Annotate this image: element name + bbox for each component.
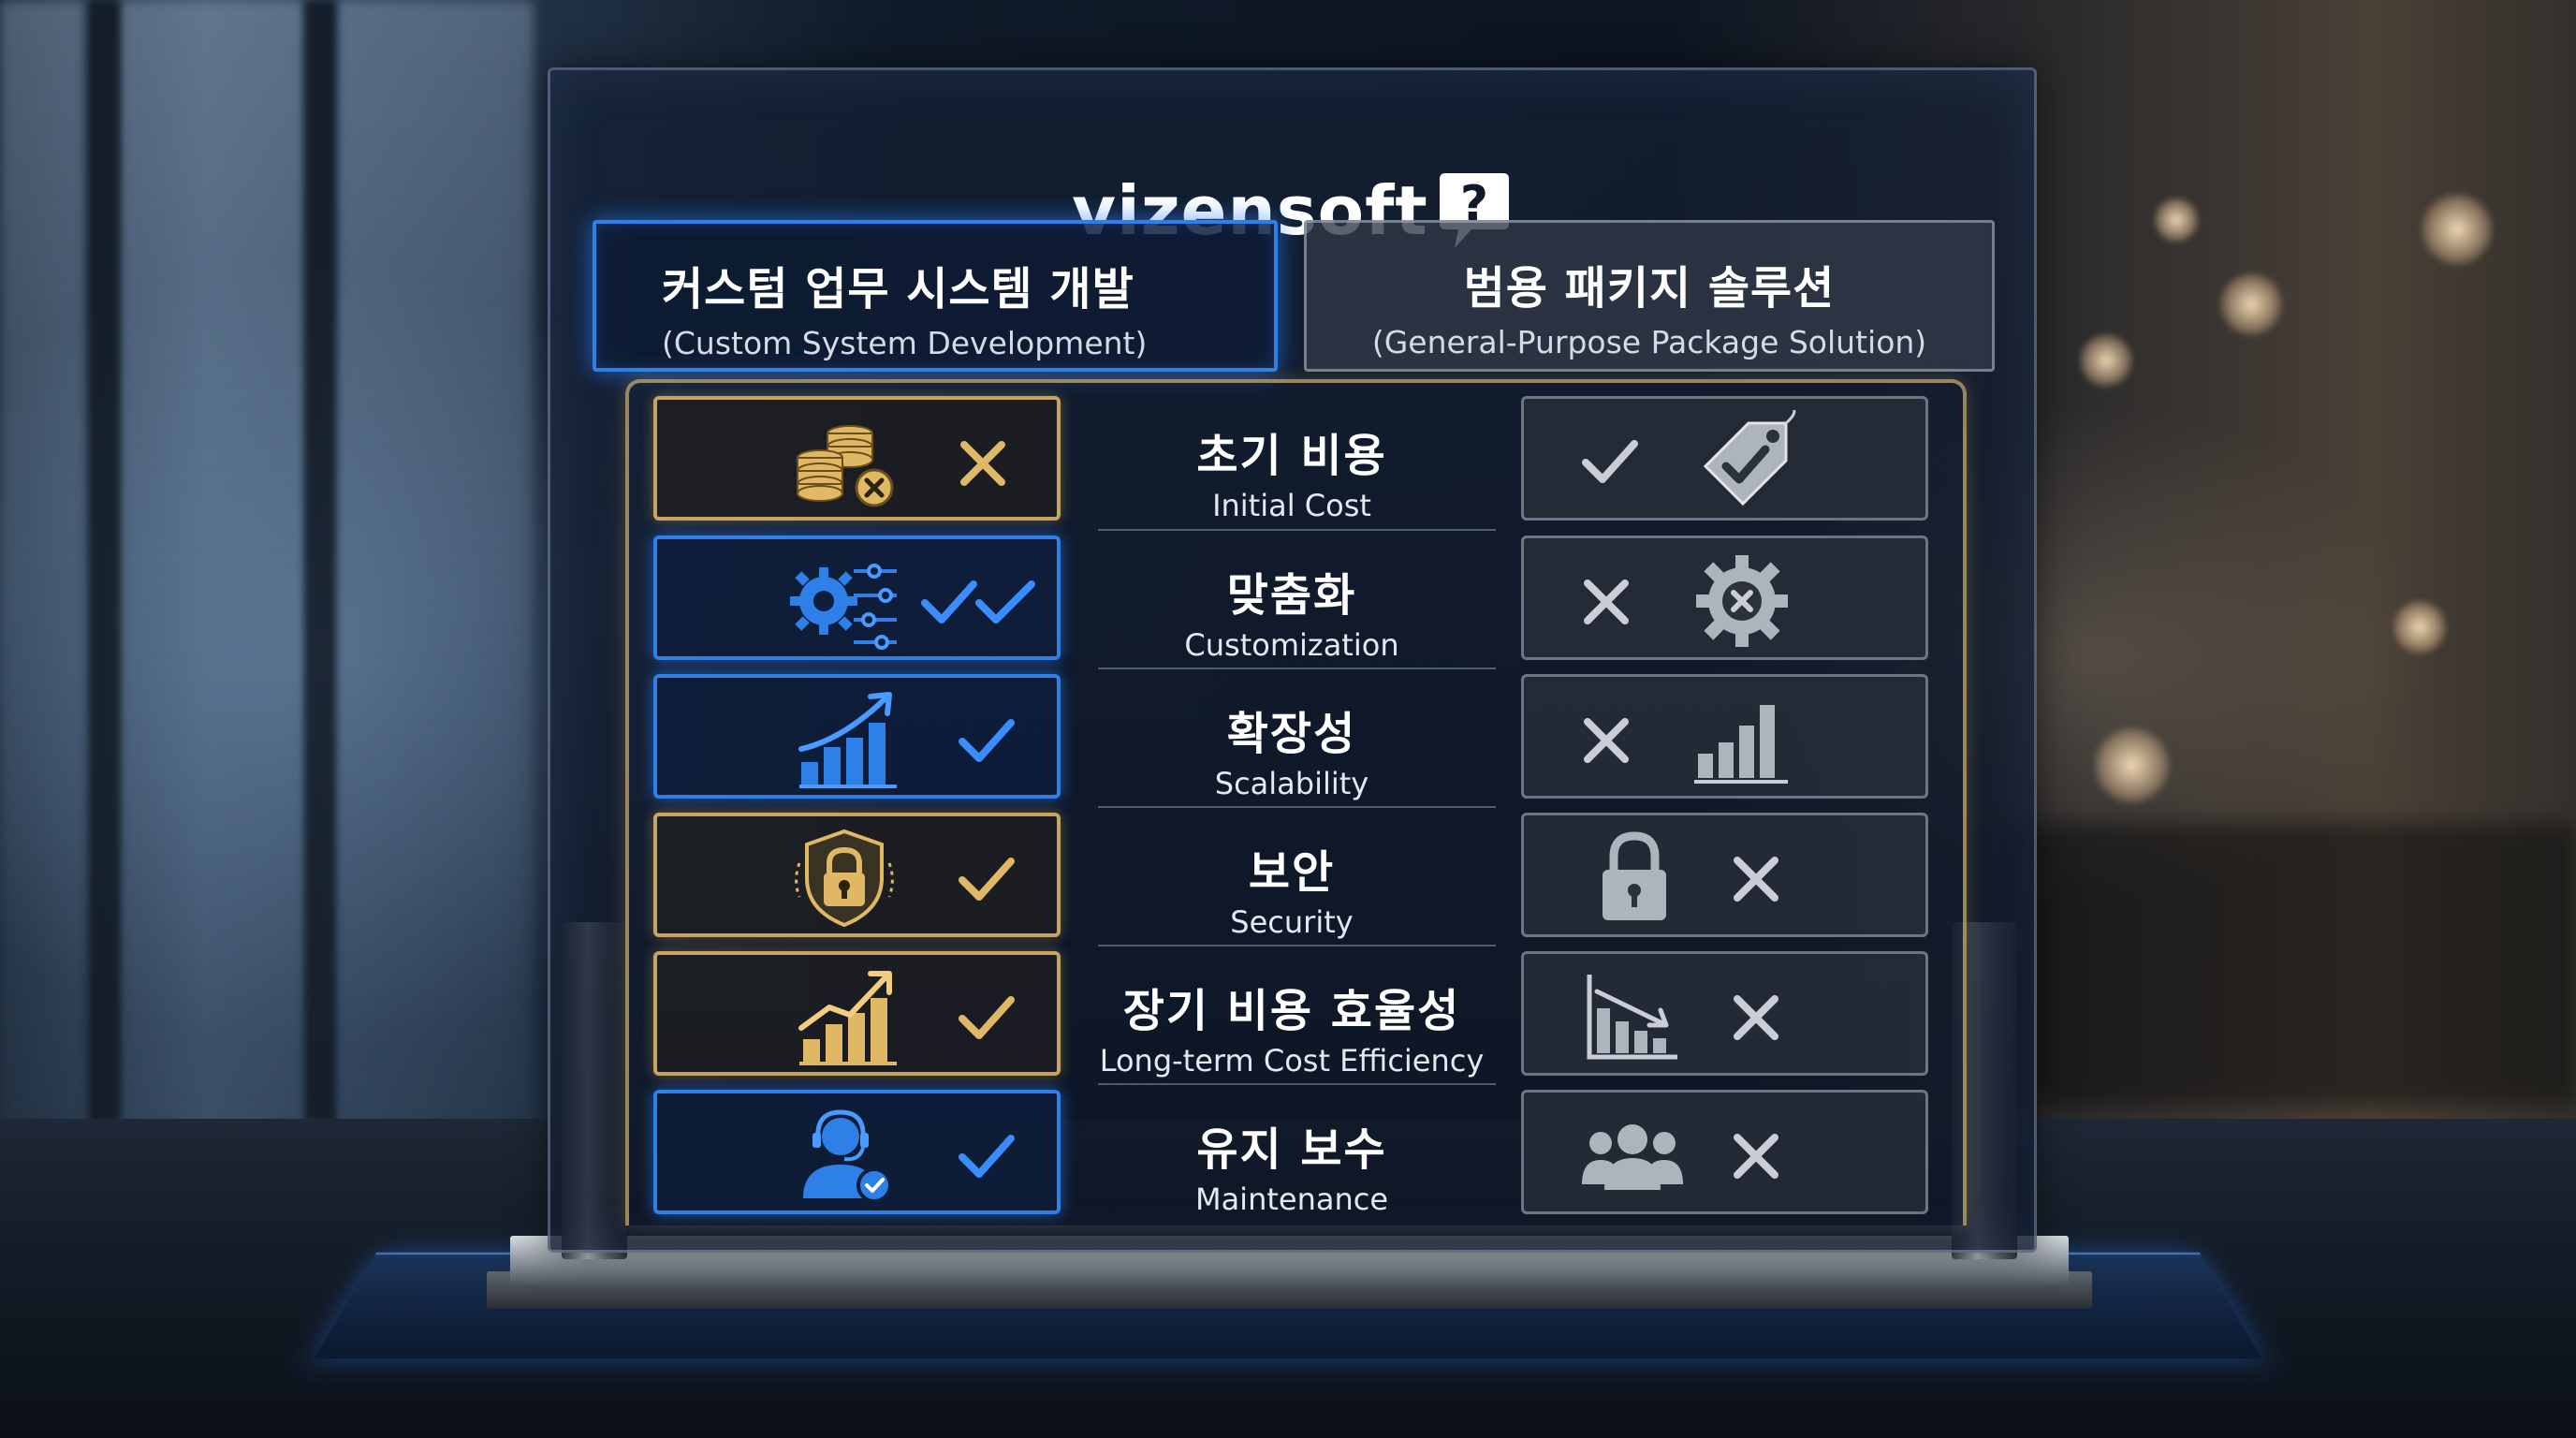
row-divider [1098, 529, 1496, 531]
check-mark-icon [959, 996, 1015, 1039]
cross-mark-icon [960, 441, 1005, 486]
cross-mark-icon [1584, 580, 1629, 624]
check-mark-icon [959, 719, 1015, 762]
row-divider [1098, 668, 1496, 669]
cross-mark-icon [1584, 718, 1629, 763]
criterion-label-ko: 유지 보수 [1196, 1123, 1387, 1176]
custom-cell-long-term-cost [653, 951, 1061, 1076]
criterion-maintenance: 유지 보수 Maintenance [1086, 1099, 1498, 1240]
package-cell-long-term-cost [1521, 951, 1928, 1076]
window-pane [337, 0, 534, 1123]
criterion-label-ko: 보안 [1248, 846, 1336, 899]
package-title-ko: 범용 패키지 솔루션 [1463, 262, 1836, 315]
package-cell-customization [1521, 536, 1928, 660]
window-pane [0, 0, 84, 1123]
check-mark-icon [1582, 440, 1638, 483]
package-cell-security [1521, 813, 1928, 937]
price-tag-check-icon [1703, 410, 1796, 506]
package-title-en: (General-Purpose Package Solution) [1371, 324, 1927, 360]
light-bokeh [2092, 726, 2172, 805]
criterion-label-ko: 맞춤화 [1226, 569, 1357, 622]
window-mullion [89, 0, 121, 1123]
light-bokeh [2153, 197, 2200, 243]
light-bokeh [2078, 332, 2134, 389]
custom-title-ko: 커스텀 업무 시스템 개발 [662, 263, 1134, 315]
criterion-label-en: Customization [1184, 627, 1399, 663]
custom-title-en: (Custom System Development) [662, 325, 1148, 361]
package-cell-initial-cost [1521, 396, 1928, 521]
light-bokeh [2392, 599, 2448, 655]
light-bokeh [2420, 192, 2495, 267]
row-divider [1098, 806, 1496, 808]
custom-cell-scalability [653, 674, 1061, 799]
package-column-header: 범용 패키지 솔루션 (General-Purpose Package Solu… [1304, 220, 1995, 372]
user-group-icon [1582, 1124, 1683, 1190]
window-pane [117, 0, 304, 1123]
criterion-long-term-cost: 장기 비용 효율성 Long-term Cost Efficiency [1086, 961, 1498, 1101]
custom-cell-initial-cost [653, 396, 1061, 521]
criterion-label-en: Long-term Cost Efficiency [1099, 1043, 1485, 1078]
window-mullion [304, 0, 336, 1123]
cross-mark-icon [1734, 857, 1778, 902]
bar-chart-icon [1694, 705, 1788, 784]
criterion-label-en: Maintenance [1194, 1181, 1389, 1217]
declining-chart-icon [1587, 975, 1677, 1060]
criterion-scalability: 확장성 Scalability [1086, 683, 1498, 824]
check-mark-icon [959, 1135, 1015, 1178]
criterion-label-ko: 초기 비용 [1196, 430, 1387, 482]
custom-cell-customization [653, 536, 1061, 660]
gear-cancel-icon [1696, 555, 1788, 647]
cross-mark-icon [1734, 995, 1778, 1040]
gear-settings-icon [790, 564, 897, 650]
rising-chart-icon [798, 971, 897, 1065]
row-divider [1098, 945, 1496, 946]
comparison-panel: vizensoft ? 커스텀 업무 시스템 개발 (Custom System… [548, 67, 2037, 1253]
shield-lock-icon [795, 829, 894, 928]
background-furniture [2003, 824, 2576, 1105]
criterion-label-en: Scalability [1214, 766, 1369, 801]
criterion-label-ko: 확장성 [1226, 708, 1357, 760]
row-divider [1098, 1083, 1496, 1085]
custom-cell-security [653, 813, 1061, 937]
cross-mark-icon [1734, 1134, 1778, 1179]
package-cell-maintenance [1521, 1090, 1928, 1214]
criterion-customization: 맞춤화 Customization [1086, 545, 1498, 685]
custom-column-header: 커스텀 업무 시스템 개발 (Custom System Development… [593, 220, 1278, 372]
double-check-mark-icon [921, 580, 1035, 624]
criterion-security: 보안 Security [1086, 822, 1498, 962]
custom-cell-maintenance [653, 1090, 1061, 1214]
office-backdrop: vizensoft ? 커스텀 업무 시스템 개발 (Custom System… [0, 0, 2576, 1438]
light-bokeh [2218, 271, 2284, 337]
growth-chart-icon [798, 692, 897, 788]
criterion-initial-cost: 초기 비용 Initial Cost [1086, 405, 1498, 546]
criterion-label-en: Security [1230, 904, 1354, 940]
criterion-label-ko: 장기 비용 효율성 [1122, 985, 1461, 1037]
coins-cancel-icon [797, 425, 894, 507]
check-mark-icon [959, 858, 1015, 901]
padlock-icon [1603, 831, 1666, 920]
support-agent-icon [803, 1109, 892, 1203]
criterion-label-en: Initial Cost [1212, 488, 1371, 523]
package-cell-scalability [1521, 674, 1928, 799]
